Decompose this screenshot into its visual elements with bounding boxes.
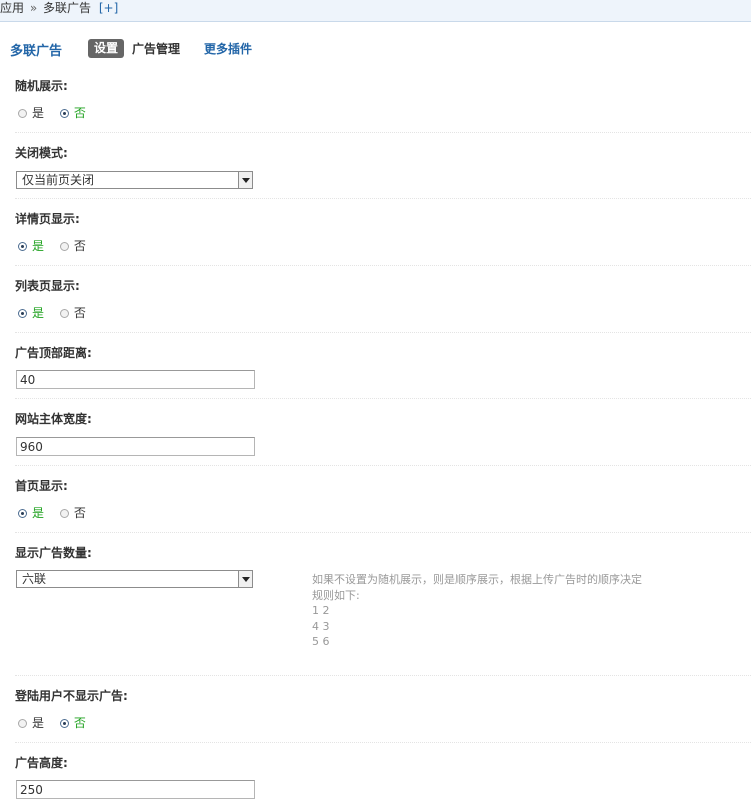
list-yes-label: 是 <box>32 306 45 320</box>
hide-no-label: 否 <box>73 716 86 730</box>
random-no-option[interactable]: 否 <box>59 104 86 121</box>
close-mode-select[interactable]: 仅当前页关闭 <box>16 171 253 189</box>
tab-settings[interactable]: 设置 <box>88 39 125 58</box>
detail-no-option[interactable]: 否 <box>59 237 86 254</box>
ad-height-input[interactable] <box>16 780 255 799</box>
detail-yes-label: 是 <box>32 239 45 253</box>
random-display-label: 随机展示: <box>15 79 68 93</box>
ad-count-value: 六联 <box>22 572 47 586</box>
random-no-label: 否 <box>73 106 86 120</box>
ad-top-distance-label: 广告顶部距离: <box>15 346 92 360</box>
radio-off-icon[interactable] <box>18 719 27 728</box>
ad-count-select[interactable]: 六联 <box>16 570 253 588</box>
radio-off-icon[interactable] <box>59 509 69 518</box>
home-no-label: 否 <box>73 506 86 520</box>
help-line: 规则如下: <box>312 588 360 602</box>
divider <box>15 132 751 133</box>
divider <box>15 332 751 333</box>
breadcrumb: 应用 » 多联广告 [+] <box>0 0 751 22</box>
divider <box>15 265 751 266</box>
radio-on-icon[interactable] <box>59 719 69 728</box>
hide-no-option[interactable]: 否 <box>59 714 86 731</box>
home-yes-option[interactable]: 是 <box>18 504 44 521</box>
divider <box>15 742 751 743</box>
breadcrumb-add-link[interactable]: [+] <box>99 1 118 15</box>
plugin-title: 多联广告 <box>10 44 63 59</box>
home-page-label: 首页显示: <box>15 479 68 493</box>
dropdown-arrow-icon[interactable] <box>238 571 252 587</box>
radio-on-icon[interactable] <box>59 109 69 118</box>
site-width-label: 网站主体宽度: <box>15 412 92 426</box>
radio-on-icon[interactable] <box>18 242 27 251</box>
hide-yes-label: 是 <box>32 716 45 730</box>
hide-yes-option[interactable]: 是 <box>18 714 44 731</box>
list-page-label: 列表页显示: <box>15 279 80 293</box>
radio-off-icon[interactable] <box>59 309 69 318</box>
divider <box>15 532 751 533</box>
radio-on-icon[interactable] <box>18 309 27 318</box>
list-no-option[interactable]: 否 <box>59 304 86 321</box>
site-width-input[interactable] <box>16 437 255 456</box>
random-display-radios: 是 否 <box>18 104 98 121</box>
help-line: 如果不设置为随机展示，则是顺序展示，根据上传广告时的顺序决定 <box>312 573 642 586</box>
radio-on-icon[interactable] <box>18 509 27 518</box>
breadcrumb-app-link[interactable]: 应用 <box>0 1 24 15</box>
help-line: 1 2 <box>312 604 330 617</box>
random-yes-option[interactable]: 是 <box>18 104 44 121</box>
divider <box>15 465 751 466</box>
close-mode-label: 关闭模式: <box>15 146 68 160</box>
home-yes-label: 是 <box>32 506 45 520</box>
help-line: 4 3 <box>312 619 330 633</box>
detail-no-label: 否 <box>73 239 86 253</box>
radio-off-icon[interactable] <box>59 242 69 251</box>
list-no-label: 否 <box>73 306 86 320</box>
detail-page-radios: 是 否 <box>18 237 98 254</box>
list-page-radios: 是 否 <box>18 304 98 321</box>
hide-logged-in-radios: 是 否 <box>18 714 98 731</box>
ad-top-distance-input[interactable] <box>16 370 255 389</box>
detail-page-label: 详情页显示: <box>15 212 80 226</box>
close-mode-value: 仅当前页关闭 <box>22 173 95 187</box>
dropdown-arrow-icon[interactable] <box>238 172 252 188</box>
divider <box>15 675 751 676</box>
radio-off-icon[interactable] <box>18 109 27 118</box>
help-line: 5 6 <box>312 635 330 648</box>
random-yes-label: 是 <box>32 106 45 120</box>
tab-ad-manage[interactable]: 广告管理 <box>132 40 180 57</box>
ad-height-label: 广告高度: <box>15 756 68 770</box>
home-no-option[interactable]: 否 <box>59 504 86 521</box>
tab-more-plugins[interactable]: 更多插件 <box>204 40 252 57</box>
divider <box>15 198 751 199</box>
list-yes-option[interactable]: 是 <box>18 304 44 321</box>
hide-logged-in-label: 登陆用户不显示广告: <box>15 689 128 703</box>
ad-count-label: 显示广告数量: <box>15 546 92 560</box>
breadcrumb-separator: » <box>29 1 38 15</box>
detail-yes-option[interactable]: 是 <box>18 237 44 254</box>
ad-count-help: 如果不设置为随机展示，则是顺序展示，根据上传广告时的顺序决定 规则如下: 1 2… <box>312 572 642 650</box>
home-page-radios: 是 否 <box>18 504 98 521</box>
breadcrumb-current[interactable]: 多联广告 <box>43 1 91 15</box>
divider <box>15 398 751 399</box>
